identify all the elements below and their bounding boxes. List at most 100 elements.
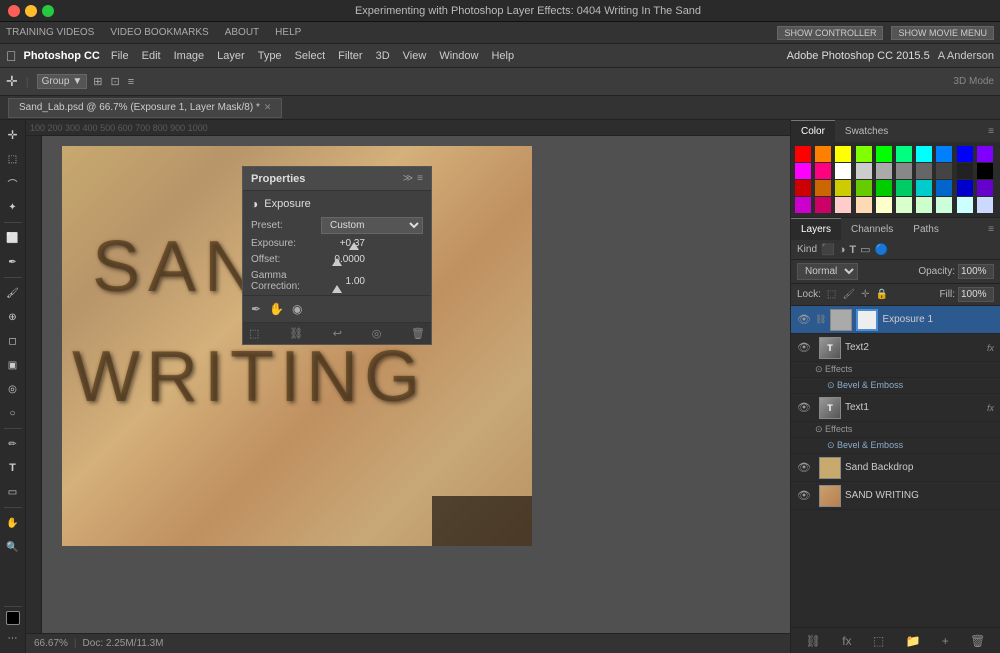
menu-layer[interactable]: Layer <box>211 44 251 68</box>
properties-menu-icon[interactable]: ≡ <box>417 173 423 184</box>
color-swatch[interactable] <box>936 146 952 162</box>
menu-select[interactable]: Select <box>289 44 332 68</box>
color-swatch[interactable] <box>936 180 952 196</box>
color-swatch[interactable] <box>815 163 831 179</box>
color-panel-menu-icon[interactable]: ≡ <box>988 126 1000 137</box>
help-link[interactable]: HELP <box>275 27 301 38</box>
props-zoom-icon[interactable]: ◉ <box>292 302 302 316</box>
foreground-color[interactable] <box>6 611 20 625</box>
menu-edit[interactable]: Edit <box>136 44 167 68</box>
training-videos-link[interactable]: TRAINING VIDEOS <box>6 27 94 38</box>
user-name[interactable]: A Anderson <box>938 50 994 62</box>
canvas-area[interactable]: 100 200 300 400 500 600 700 800 900 1000… <box>26 120 790 653</box>
blur-tool[interactable]: ◎ <box>2 378 24 400</box>
menu-3d[interactable]: 3D <box>370 44 396 68</box>
tab-close-icon[interactable]: ✕ <box>264 102 272 113</box>
color-swatch[interactable] <box>815 197 831 213</box>
move-tool[interactable]: ✛ <box>2 124 24 146</box>
show-controller-button[interactable]: SHOW CONTROLLER <box>777 26 883 40</box>
color-swatch[interactable] <box>977 163 993 179</box>
color-swatch[interactable] <box>835 180 851 196</box>
gradient-tool[interactable]: ▣ <box>2 354 24 376</box>
select-tool[interactable]: ⬚ <box>2 148 24 170</box>
tab-channels[interactable]: Channels <box>841 218 903 240</box>
color-swatch[interactable] <box>957 163 973 179</box>
stamp-tool[interactable]: ⊕ <box>2 306 24 328</box>
tab-layers[interactable]: Layers <box>791 218 841 240</box>
kind-icon-smart[interactable]: 🔵 <box>875 243 889 256</box>
lock-all-icon[interactable]: 🔒 <box>875 289 887 300</box>
group-dropdown[interactable]: Group ▼ <box>37 74 88 89</box>
layers-panel-menu-icon[interactable]: ≡ <box>988 224 1000 235</box>
tab-color[interactable]: Color <box>791 120 835 142</box>
brush-tool[interactable]: 🖌 <box>2 282 24 304</box>
menu-image[interactable]: Image <box>168 44 211 68</box>
kind-icon-pixel[interactable]: ⬛ <box>821 243 835 256</box>
color-swatch[interactable] <box>835 146 851 162</box>
props-eyedropper-icon[interactable]: ✒ <box>251 302 261 316</box>
color-swatch[interactable] <box>916 163 932 179</box>
add-mask-icon[interactable]: ⬚ <box>873 634 884 648</box>
layer-item-text1[interactable]: 👁 T Text1 fx <box>791 394 1000 422</box>
about-link[interactable]: ABOUT <box>225 27 259 38</box>
lasso-tool[interactable]: ⌒ <box>2 172 24 194</box>
color-swatch[interactable] <box>856 146 872 162</box>
opacity-input[interactable]: 100% <box>958 264 994 279</box>
link-layers-icon[interactable]: ⛓ <box>806 634 821 648</box>
layer-visibility-exposure1[interactable]: 👁 <box>797 313 811 326</box>
layer-fx-text2[interactable]: fx <box>987 343 994 353</box>
color-swatch[interactable] <box>795 197 811 213</box>
color-swatch[interactable] <box>856 180 872 196</box>
layer-item-text2[interactable]: 👁 T Text2 fx <box>791 334 1000 362</box>
color-swatch[interactable] <box>916 146 932 162</box>
kind-icon-type[interactable]: T <box>849 244 856 256</box>
tab-paths[interactable]: Paths <box>903 218 949 240</box>
align-icon-1[interactable]: ⊞ <box>91 75 104 88</box>
menu-help[interactable]: Help <box>485 44 520 68</box>
layer-visibility-sand-writing[interactable]: 👁 <box>797 489 811 502</box>
maximize-button[interactable] <box>42 5 54 17</box>
blend-mode-dropdown[interactable]: Normal <box>797 263 858 280</box>
minimize-button[interactable] <box>25 5 37 17</box>
add-fx-icon[interactable]: fx <box>842 634 851 648</box>
menu-filter[interactable]: Filter <box>332 44 368 68</box>
color-swatch[interactable] <box>856 163 872 179</box>
color-swatch[interactable] <box>896 163 912 179</box>
delete-layer-icon[interactable]: 🗑 <box>970 634 985 648</box>
kind-icon-adjust[interactable]: ◑ <box>839 244 846 256</box>
close-button[interactable] <box>8 5 20 17</box>
color-swatch[interactable] <box>977 146 993 162</box>
lock-position-icon[interactable]: ✛ <box>861 289 869 300</box>
color-swatch[interactable] <box>896 146 912 162</box>
preset-dropdown[interactable]: Custom <box>321 217 423 234</box>
color-swatch[interactable] <box>896 197 912 213</box>
new-layer-icon[interactable]: + <box>942 634 949 648</box>
color-swatch[interactable] <box>977 180 993 196</box>
menu-window[interactable]: Window <box>433 44 484 68</box>
menu-view[interactable]: View <box>397 44 433 68</box>
color-swatch[interactable] <box>957 180 973 196</box>
layer-visibility-sand-backdrop[interactable]: 👁 <box>797 461 811 474</box>
layer-item-exposure1[interactable]: 👁 ⛓ Exposure 1 <box>791 306 1000 334</box>
kind-icon-shape[interactable]: ▭ <box>860 243 870 256</box>
color-swatch[interactable] <box>957 197 973 213</box>
properties-collapse-icon[interactable]: ≫ <box>403 173 413 184</box>
layer-item-sand-writing[interactable]: 👁 SAND WRITING <box>791 482 1000 510</box>
extras-tool[interactable]: ⋯ <box>2 627 24 649</box>
props-link-icon[interactable]: ⛓ <box>289 327 303 340</box>
props-visibility-icon[interactable]: ◎ <box>372 327 382 340</box>
color-swatch[interactable] <box>795 180 811 196</box>
canvas-content[interactable]: SAND WRITING Properties ≫ ≡ ◑ Exposure <box>42 136 790 633</box>
eyedropper-tool[interactable]: ✒ <box>2 251 24 273</box>
zoom-tool[interactable]: 🔍 <box>2 536 24 558</box>
shape-tool[interactable]: ▭ <box>2 481 24 503</box>
color-swatch[interactable] <box>916 197 932 213</box>
color-swatch[interactable] <box>815 146 831 162</box>
align-icon-3[interactable]: ≡ <box>126 76 136 88</box>
layer-fx-text1[interactable]: fx <box>987 403 994 413</box>
color-swatch[interactable] <box>835 163 851 179</box>
show-movie-menu-button[interactable]: SHOW MOVIE MENU <box>891 26 994 40</box>
eraser-tool[interactable]: ◻ <box>2 330 24 352</box>
color-swatch[interactable] <box>876 197 892 213</box>
color-swatch[interactable] <box>936 163 952 179</box>
